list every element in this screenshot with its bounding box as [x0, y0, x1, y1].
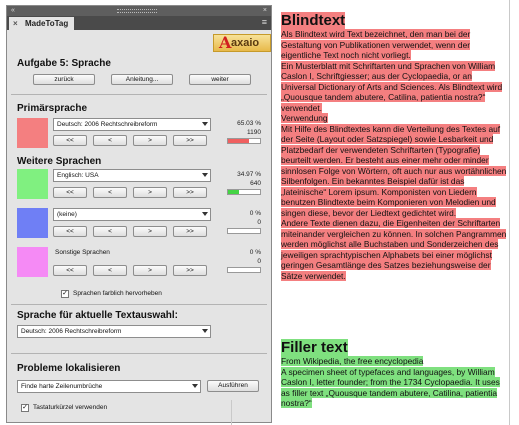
step-button[interactable]: <	[93, 187, 127, 198]
divider	[11, 304, 267, 305]
chevron-down-icon	[202, 212, 208, 216]
task-heading: Aufgabe 5: Sprache	[17, 58, 111, 69]
step-button[interactable]: >>	[173, 135, 207, 146]
paragraph: Mit Hilfe des Blindtextes kann die Verte…	[281, 123, 507, 218]
close-window-icon[interactable]: ×	[263, 7, 267, 15]
primary-language-value: Deutsch: 2006 Rechtschreibreform	[57, 121, 158, 128]
heading-blindtext: Blindtext	[281, 12, 346, 29]
paragraph: From Wikipedia, the free encyclopedia	[281, 356, 424, 366]
chevron-down-icon	[192, 384, 198, 388]
language-select-value: Englisch: USA	[57, 172, 99, 179]
step-button[interactable]: <<	[53, 187, 87, 198]
step-button[interactable]: <	[93, 135, 127, 146]
language-percent: 34.97 %	[237, 171, 261, 178]
paragraph: Andere Texte dienen dazu, die Eigenheite…	[281, 218, 507, 281]
current-selection-heading: Sprache für aktuelle Textauswahl:	[17, 310, 178, 321]
language-select-value: (keine)	[57, 211, 77, 218]
step-button[interactable]: >>	[173, 187, 207, 198]
language-count: 0	[257, 219, 261, 226]
german-text-frame[interactable]: Blindtext Als Blindtext wird Text bezeic…	[281, 12, 509, 281]
tab-madetotag[interactable]: × MadeToTag	[9, 17, 75, 30]
language-select[interactable]: (keine)	[53, 208, 211, 221]
logo-mark: A	[219, 33, 232, 52]
tab-close-icon[interactable]: ×	[13, 17, 18, 30]
primary-progress-bar	[227, 138, 261, 144]
chevron-down-icon	[202, 122, 208, 126]
collapse-icon[interactable]: «	[11, 7, 15, 15]
next-button[interactable]: weiter	[189, 74, 251, 85]
divider	[11, 353, 267, 354]
language-percent: 0 %	[249, 249, 261, 256]
paragraph: A specimen sheet of typefaces and langua…	[281, 366, 500, 408]
step-button[interactable]: <	[93, 226, 127, 237]
panel-titlebar[interactable]: « ×	[7, 6, 271, 16]
paragraph: Ein Musterblatt mit Schriftarten und Spr…	[281, 60, 503, 113]
other-languages-label: Sonstige Sprachen	[55, 249, 110, 256]
language-percent: 0 %	[249, 210, 261, 217]
step-button[interactable]: <<	[53, 135, 87, 146]
primary-color-swatch	[17, 118, 48, 148]
english-text-frame[interactable]: Filler text From Wikipedia, the free enc…	[281, 339, 509, 409]
page-margin-guide	[231, 400, 232, 425]
page-margin-guide	[509, 0, 510, 425]
primary-language-heading: Primärsprache	[17, 103, 88, 114]
step-button[interactable]: >>	[173, 226, 207, 237]
panel-tabbar: × MadeToTag ≡	[7, 16, 271, 30]
axaio-logo: A axaio	[213, 33, 271, 52]
run-button[interactable]: Ausführen	[207, 380, 259, 392]
problems-select[interactable]: Finde harte Zeilenumbrüche	[17, 380, 201, 393]
paragraph: Als Blindtext wird Text bezeichnet, den …	[281, 29, 471, 60]
back-button[interactable]: zurück	[33, 74, 95, 85]
guide-button[interactable]: Anleitung...	[111, 74, 173, 85]
language-count: 640	[250, 180, 261, 187]
keyboard-shortcuts-label: Tastaturkürzel verwenden	[33, 404, 108, 411]
problems-select-value: Finde harte Zeilenumbrüche	[21, 383, 103, 390]
primary-count: 1190	[247, 129, 261, 136]
problems-heading: Probleme lokalisieren	[17, 363, 121, 374]
step-button[interactable]: <	[93, 265, 127, 276]
language-color-swatch	[17, 247, 48, 277]
step-button[interactable]: <<	[53, 226, 87, 237]
logo-text: axaio	[231, 37, 260, 49]
primary-percent: 65.03 %	[237, 120, 261, 127]
primary-language-select[interactable]: Deutsch: 2006 Rechtschreibreform	[53, 118, 211, 131]
heading-filler-text: Filler text	[281, 339, 348, 356]
step-button[interactable]: >	[133, 265, 167, 276]
language-color-swatch	[17, 208, 48, 238]
language-progress-bar	[227, 189, 261, 195]
drag-grip-icon[interactable]	[117, 9, 157, 13]
language-count: 0	[257, 258, 261, 265]
primary-progress-fill	[228, 139, 249, 143]
further-languages-heading: Weitere Sprachen	[17, 156, 102, 167]
language-color-swatch	[17, 169, 48, 199]
panel-menu-icon[interactable]: ≡	[262, 17, 267, 27]
step-button[interactable]: >	[133, 135, 167, 146]
tab-label: MadeToTag	[25, 19, 69, 28]
paragraph: Verwendung	[281, 113, 328, 123]
step-button[interactable]: <<	[53, 265, 87, 276]
divider	[11, 94, 267, 95]
step-button[interactable]: >>	[173, 265, 207, 276]
highlight-languages-label: Sprachen farblich hervorheben	[73, 290, 162, 297]
step-button[interactable]: >	[133, 187, 167, 198]
current-selection-language-value: Deutsch: 2006 Rechtschreibreform	[21, 328, 122, 335]
language-progress-bar	[227, 228, 261, 234]
language-progress-bar	[227, 267, 261, 273]
keyboard-shortcuts-checkbox[interactable]: ✓	[21, 404, 29, 412]
madetotag-panel: « × × MadeToTag ≡ A axaio Aufgabe 5: Spr…	[6, 5, 272, 423]
chevron-down-icon	[202, 173, 208, 177]
highlight-languages-checkbox[interactable]: ✓	[61, 290, 69, 298]
chevron-down-icon	[202, 329, 208, 333]
current-selection-language-select[interactable]: Deutsch: 2006 Rechtschreibreform	[17, 325, 211, 338]
step-button[interactable]: >	[133, 226, 167, 237]
language-progress-fill	[228, 190, 240, 194]
language-select[interactable]: Englisch: USA	[53, 169, 211, 182]
